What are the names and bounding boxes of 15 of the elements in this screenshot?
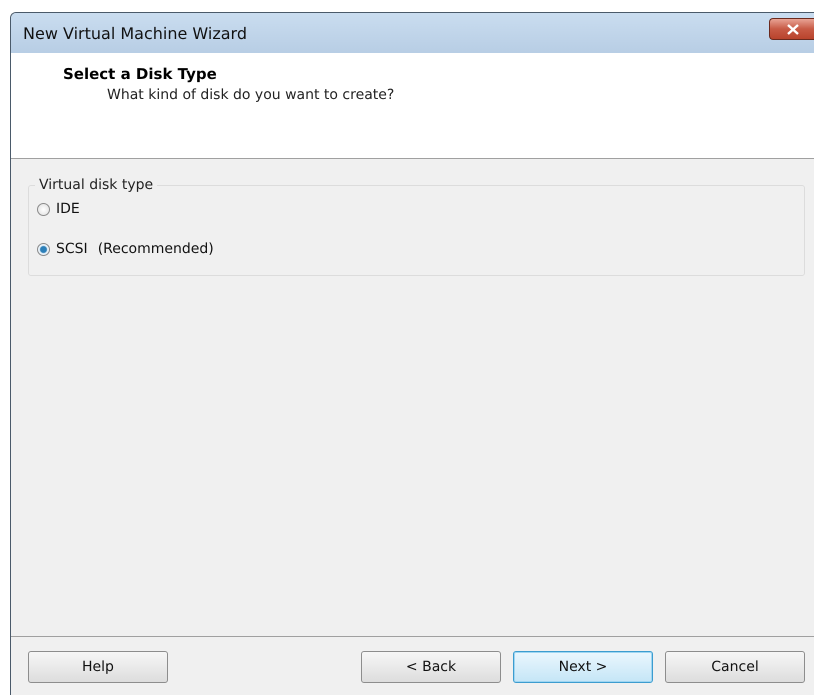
option-label[interactable]: SCSI <box>56 241 88 257</box>
wizard-button[interactable]: < Back <box>361 650 501 682</box>
option-label[interactable]: IDE <box>56 201 80 217</box>
close-button[interactable] <box>769 18 814 40</box>
close-icon <box>786 24 798 34</box>
wizard-button[interactable]: Help <box>28 650 168 682</box>
radio-button[interactable] <box>37 202 50 216</box>
page-subtitle: What kind of disk do you want to create? <box>106 87 396 103</box>
page-title: Select a Disk Type <box>63 65 218 83</box>
radio-button[interactable] <box>37 242 50 256</box>
window-title: New Virtual Machine Wizard <box>23 24 247 42</box>
wizard-button[interactable]: Cancel <box>665 650 805 682</box>
option-note: (Recommended) <box>98 241 214 257</box>
group-label: Virtual disk type <box>38 177 154 193</box>
wizard-button[interactable]: Next > <box>513 650 653 682</box>
